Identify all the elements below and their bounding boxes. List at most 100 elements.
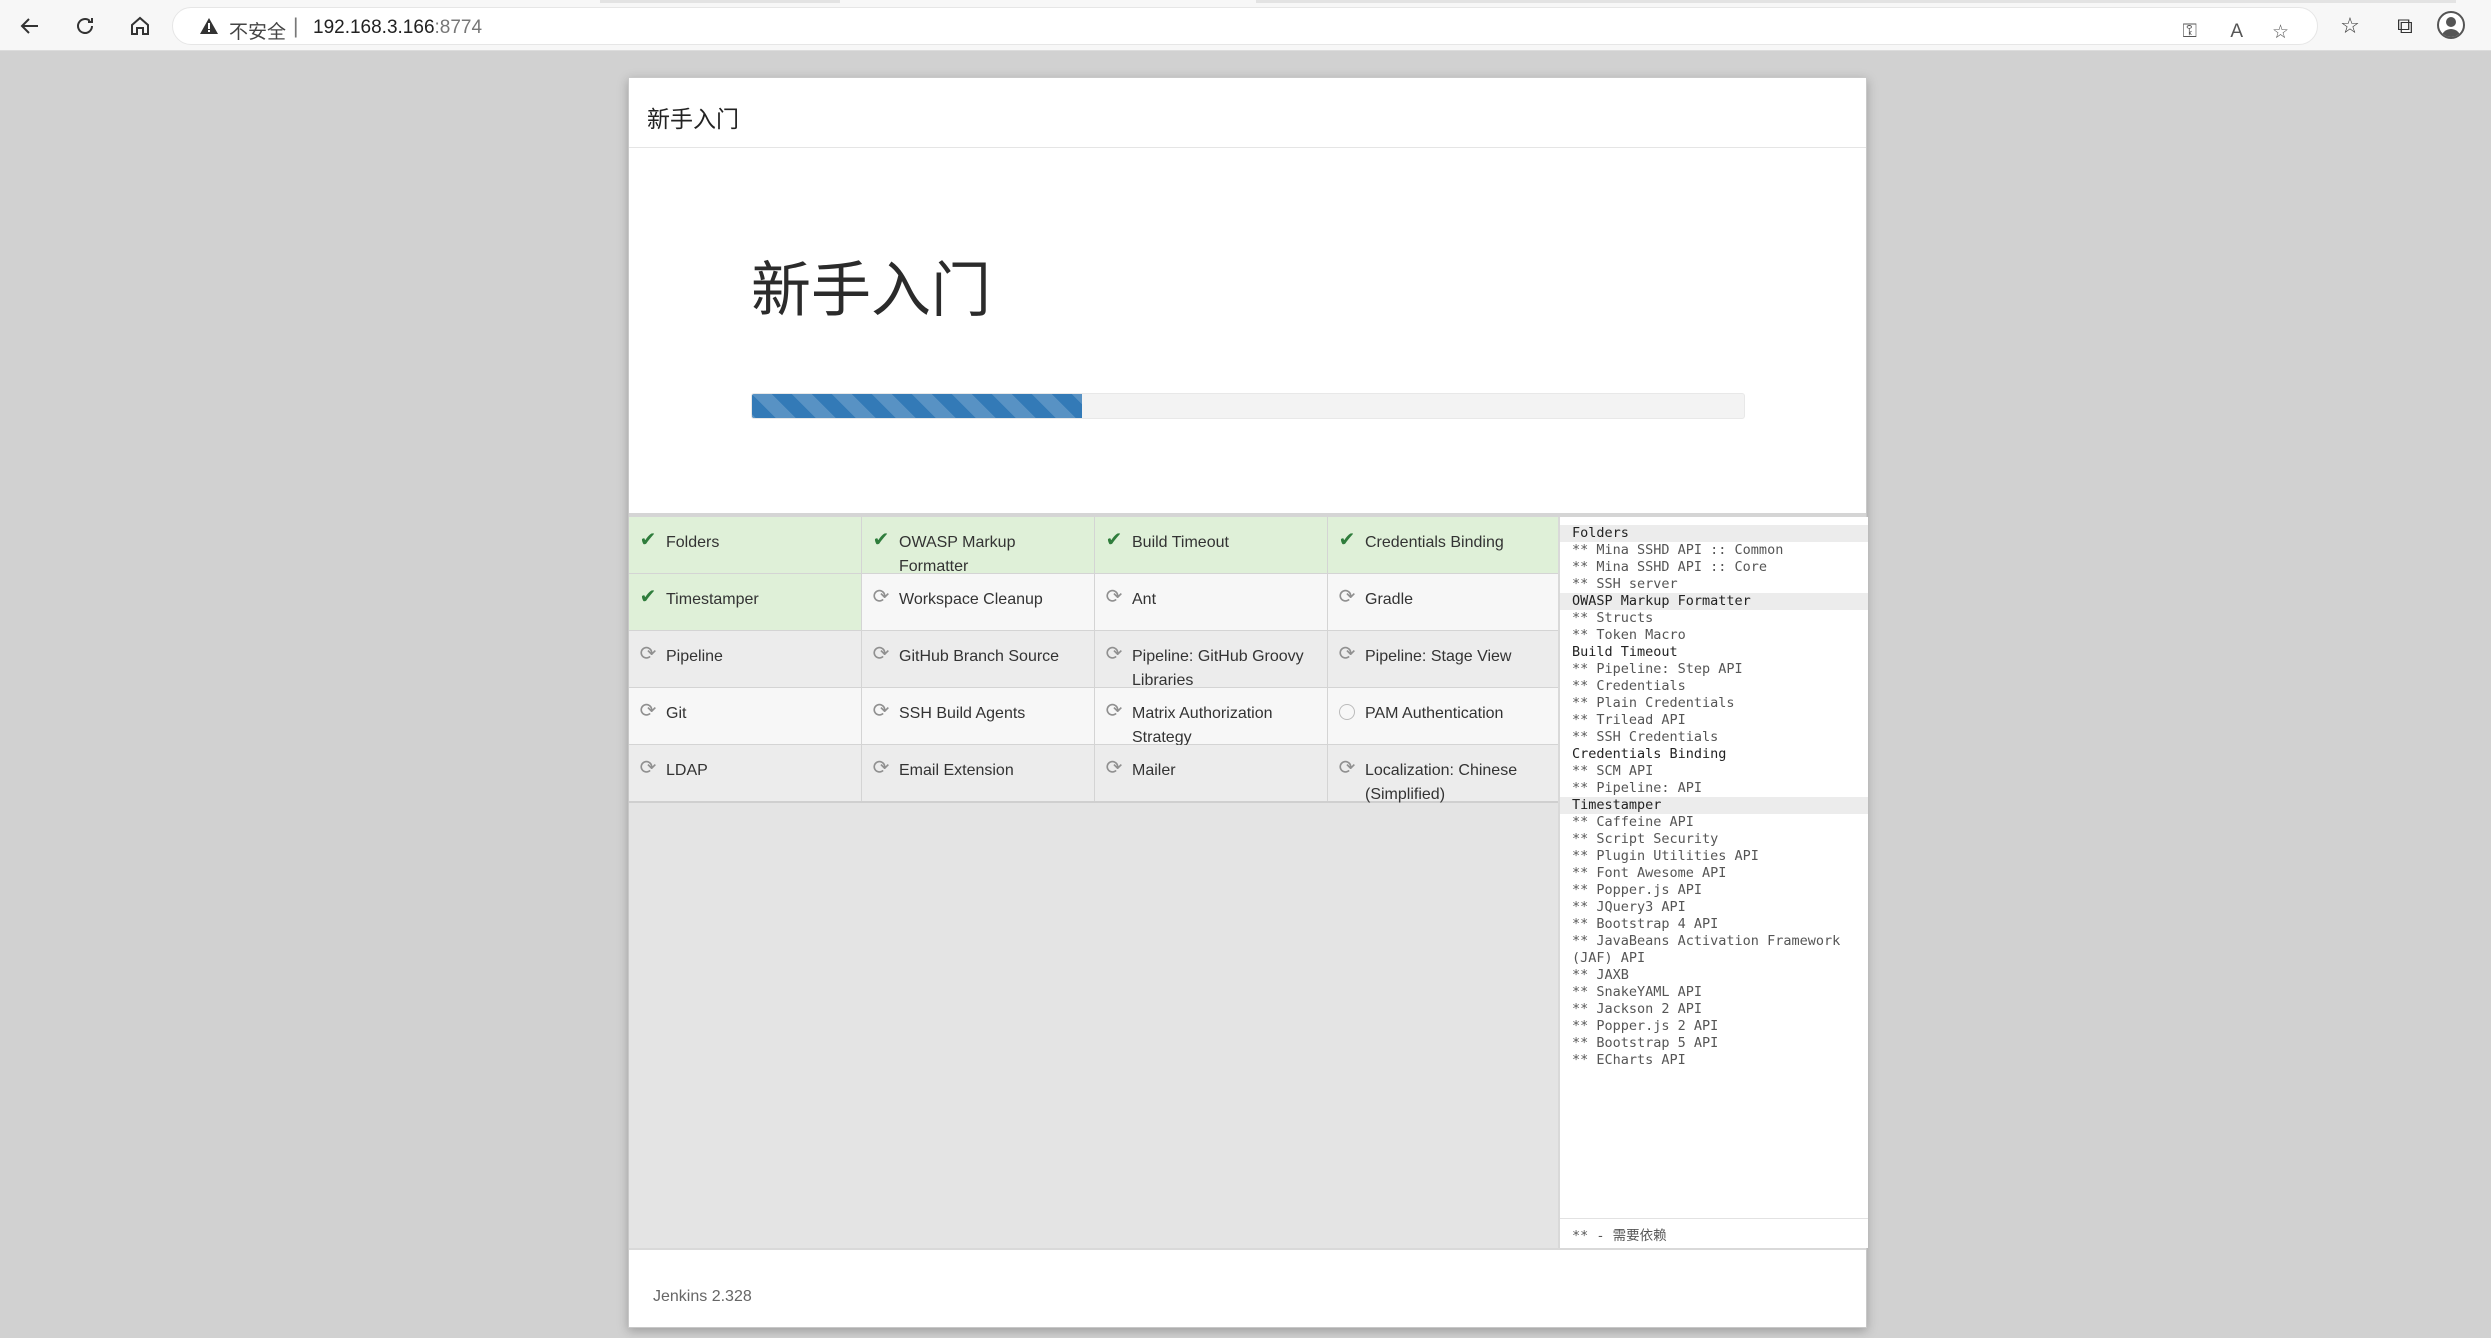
sync-icon: ⟳ xyxy=(872,757,890,779)
log-dependency-line: ** Caffeine API xyxy=(1572,814,1694,830)
log-dependency-line: ** Popper.js 2 API xyxy=(1572,1018,1719,1034)
address-bar[interactable]: 不安全 | 192.168.3.166:8774 ⚿ A ☆ xyxy=(172,7,2318,45)
profile-avatar[interactable] xyxy=(2437,11,2465,39)
log-dependency-line: ** Script Security xyxy=(1572,831,1719,847)
plugin-name: Folders xyxy=(666,534,720,551)
sync-icon: ⟳ xyxy=(639,700,657,722)
plugin-item: ✔ OWASP Markup Formatter xyxy=(862,517,1094,575)
plugin-item: ⟳ Ant xyxy=(1095,574,1327,630)
plugin-name: Mailer xyxy=(1132,762,1176,779)
plugin-item: ⟳ Pipeline: Stage View xyxy=(1328,631,1560,687)
url-port: :8774 xyxy=(434,17,483,38)
sync-icon: ⟳ xyxy=(872,643,890,665)
plugin-name: SSH Build Agents xyxy=(899,705,1026,722)
sync-icon: ⟳ xyxy=(1105,757,1123,779)
sync-icon: ⟳ xyxy=(1338,586,1356,608)
home-icon xyxy=(131,16,149,35)
sync-icon: ⟳ xyxy=(1105,643,1123,665)
dialog-header: 新手入门 xyxy=(629,78,1866,148)
warning-triangle-icon xyxy=(200,18,218,34)
plugin-name: Pipeline: Stage View xyxy=(1365,648,1512,665)
install-log-panel[interactable]: Folders ** Mina SSHD API :: Common ** Mina… xyxy=(1558,517,1868,1248)
plugin-item: ⟳ Git xyxy=(629,688,861,744)
log-dependency-line: ** Structs xyxy=(1572,610,1654,626)
checkmark-icon: ✔ xyxy=(639,586,657,608)
plugin-item: ⟳ Localization: Chinese (Simplified) xyxy=(1328,745,1560,803)
key-icon[interactable]: ⚿ xyxy=(2183,21,2197,43)
log-plugin-header: Folders xyxy=(1560,525,1868,542)
log-dependency-line: ** Jackson 2 API xyxy=(1572,1001,1703,1017)
jenkins-version: Jenkins 2.328 xyxy=(653,1288,752,1305)
plugin-name: OWASP Markup Formatter xyxy=(899,534,1016,575)
checkmark-icon: ✔ xyxy=(872,529,890,551)
log-dependency-line: ** Plain Credentials xyxy=(1572,695,1735,711)
reload-button[interactable] xyxy=(68,9,102,43)
sync-icon: ⟳ xyxy=(1338,757,1356,779)
log-dependency-line: ** Mina SSHD API :: Common xyxy=(1572,542,1784,558)
hero-section: 新手入门 xyxy=(629,148,1866,513)
plugin-name: Ant xyxy=(1132,591,1157,608)
plugin-name: Gradle xyxy=(1365,591,1414,608)
plugin-name: Workspace Cleanup xyxy=(899,591,1043,608)
log-plugin-header: Build Timeout xyxy=(1572,644,1678,660)
plugin-item: ✔ Build Timeout xyxy=(1095,517,1327,573)
plugins-area: ✔ Folders ✔ OWASP Markup Formatter ✔ Build Ti… xyxy=(629,513,1868,1248)
checkmark-icon: ✔ xyxy=(1338,529,1356,551)
favorite-add-icon[interactable]: ☆ xyxy=(2272,21,2289,44)
checkmark-icon: ✔ xyxy=(1105,529,1123,551)
progress-fill xyxy=(752,394,1083,418)
log-dependency-line: ** Token Macro xyxy=(1572,627,1686,643)
plugin-item: ✔ Timestamper xyxy=(629,574,861,630)
favorites-button[interactable]: ☆ xyxy=(2333,9,2367,43)
log-legend: ** - 需要依赖 xyxy=(1560,1218,1868,1248)
favorites-icon: ☆ xyxy=(2340,13,2360,38)
sync-icon: ⟳ xyxy=(639,643,657,665)
plugin-name: Matrix Authorization Strategy xyxy=(1132,705,1273,746)
plugin-name: Email Extension xyxy=(899,762,1014,779)
plugin-item: ⟳ LDAP xyxy=(629,745,861,801)
url-text[interactable]: 192.168.3.166:8774 xyxy=(313,17,482,39)
read-aloud-icon[interactable]: A xyxy=(2230,21,2243,43)
plugin-name: Git xyxy=(666,705,687,722)
home-button[interactable] xyxy=(123,9,157,43)
plugin-item: ⟳ Pipeline xyxy=(629,631,861,687)
plugin-item: ⟳ Mailer xyxy=(1095,745,1327,801)
browser-toolbar: 不安全 | 192.168.3.166:8774 ⚿ A ☆ ☆ ⧉ xyxy=(0,0,2491,51)
log-dependency-line: ** SSH Credentials xyxy=(1572,729,1719,745)
plugin-name: Pipeline xyxy=(666,648,723,665)
collections-button[interactable]: ⧉ xyxy=(2388,9,2422,43)
plugin-item: ⟳ Pipeline: GitHub Groovy Libraries xyxy=(1095,631,1327,689)
plugin-item: ⟳ SSH Build Agents xyxy=(862,688,1094,744)
log-dependency-line: ** Pipeline: Step API xyxy=(1572,661,1743,677)
log-dependency-line: ** JAXB xyxy=(1572,967,1629,983)
plugin-name: GitHub Branch Source xyxy=(899,648,1060,665)
dialog-footer: Jenkins 2.328 xyxy=(629,1248,1866,1329)
sync-icon: ⟳ xyxy=(639,757,657,779)
log-dependency-line: ** ECharts API xyxy=(1572,1052,1686,1068)
address-separator: | xyxy=(293,15,299,38)
plugin-item: ⟳ Workspace Cleanup xyxy=(862,574,1094,630)
log-dependency-line: ** Trilead API xyxy=(1572,712,1686,728)
plugin-item: ⟳ GitHub Branch Source xyxy=(862,631,1094,687)
log-dependency-line: ** Credentials xyxy=(1572,678,1686,694)
plugin-grid: ✔ Folders ✔ OWASP Markup Formatter ✔ Build Ti… xyxy=(629,517,1560,803)
log-plugin-header: Credentials Binding xyxy=(1572,746,1727,762)
security-label[interactable]: 不安全 xyxy=(229,17,286,44)
plugin-item: ⟳ Email Extension xyxy=(862,745,1094,801)
log-dependency-line: ** Font Awesome API xyxy=(1572,865,1727,881)
log-dependency-line: ** Bootstrap 4 API xyxy=(1572,916,1719,932)
reload-icon xyxy=(77,18,93,34)
plugin-name: PAM Authentication xyxy=(1365,705,1504,722)
collections-icon: ⧉ xyxy=(2397,13,2413,38)
checkmark-icon: ✔ xyxy=(639,529,657,551)
setup-dialog: 新手入门 新手入门 ✔ Folders ✔ OWASP Markup Formatte… xyxy=(628,77,1868,1329)
back-button[interactable] xyxy=(13,9,47,43)
plugin-item: PAM Authentication xyxy=(1328,688,1560,744)
sync-icon: ⟳ xyxy=(1105,700,1123,722)
empty-circle-icon xyxy=(1339,704,1355,720)
log-dependency-line: ** Plugin Utilities API xyxy=(1572,848,1759,864)
plugin-item: ✔ Folders xyxy=(629,517,861,573)
log-dependency-line: ** Bootstrap 5 API xyxy=(1572,1035,1719,1051)
back-arrow-icon xyxy=(20,18,38,34)
plugin-name: Build Timeout xyxy=(1132,534,1229,551)
